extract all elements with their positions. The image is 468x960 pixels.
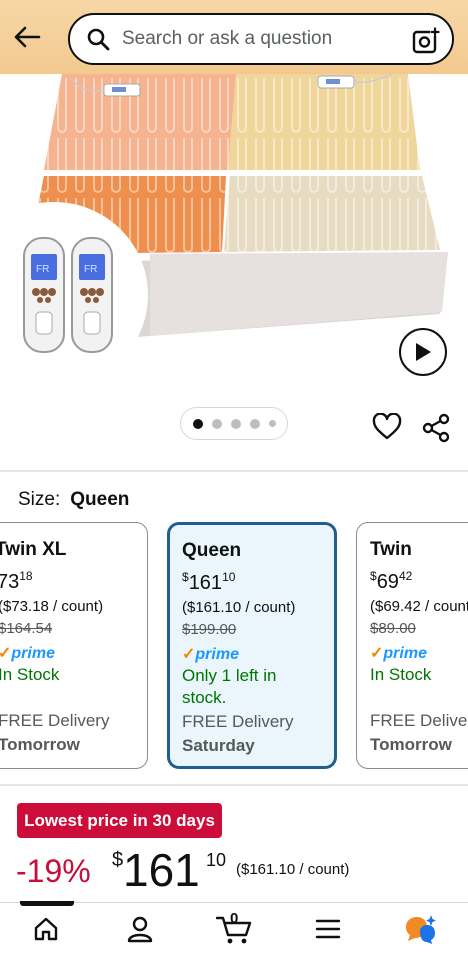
prime-badge: ✓prime	[182, 646, 239, 663]
active-tab-indicator	[20, 901, 74, 906]
size-label: Size:	[18, 489, 61, 510]
variant-unit-price: ($69.42 / count)	[370, 598, 468, 615]
variant-list-price: $164.54	[0, 620, 53, 637]
deal-unit-price: ($161.10 / count)	[236, 861, 350, 878]
svg-text:FR: FR	[36, 264, 49, 275]
section-divider	[0, 784, 468, 786]
nav-home[interactable]	[28, 912, 64, 946]
person-icon	[127, 916, 153, 943]
pagination-dot[interactable]	[249, 418, 260, 429]
nav-rufus-assistant[interactable]	[402, 912, 438, 946]
nav-cart[interactable]: 0	[214, 910, 254, 946]
nav-account[interactable]	[122, 912, 158, 946]
product-image[interactable]: FR FR	[0, 74, 468, 394]
variant-price: $6942	[370, 569, 413, 593]
section-divider	[0, 470, 468, 472]
hamburger-menu-icon	[315, 919, 341, 939]
svg-text:FR: FR	[84, 264, 97, 275]
variant-delivery-day: Saturday	[182, 736, 255, 755]
variant-unit-price: ($73.18 / count)	[0, 598, 104, 615]
variant-delivery: FREE Delivery	[0, 711, 110, 730]
variant-unit-price: ($161.10 / count)	[182, 599, 296, 616]
variant-price: $16110	[182, 570, 236, 594]
size-option-twin[interactable]: Twin $6942 ($69.42 / count) $89.00 ✓prim…	[356, 522, 468, 769]
search-bar[interactable]	[68, 13, 454, 65]
variant-name: Queen	[182, 540, 242, 561]
variant-name: Twin XL	[0, 539, 67, 560]
remote-controllers-inset: FR FR	[0, 202, 148, 388]
heart-icon[interactable]	[372, 413, 402, 441]
share-icon[interactable]	[422, 413, 450, 443]
search-icon	[87, 28, 110, 51]
variant-delivery-day: Tomorrow	[0, 735, 80, 754]
currency-symbol: $	[112, 849, 124, 871]
pagination-dot[interactable]	[268, 420, 276, 427]
price-whole: 161	[123, 844, 200, 896]
play-video-button[interactable]	[399, 328, 447, 376]
camera-search-icon[interactable]	[412, 27, 440, 55]
price-fraction: 10	[206, 850, 227, 870]
discount-percent: -19%	[16, 853, 91, 889]
play-icon	[416, 343, 431, 361]
image-pagination[interactable]	[180, 407, 288, 440]
variant-price: 7318	[0, 569, 33, 593]
variant-list-price: $89.00	[370, 620, 416, 637]
ai-assistant-icon	[406, 915, 436, 944]
pagination-dot[interactable]	[211, 418, 222, 429]
prime-badge: ✓prime	[370, 645, 427, 662]
header	[0, 0, 468, 74]
home-icon	[34, 917, 58, 941]
back-arrow-icon[interactable]	[10, 20, 44, 54]
variant-delivery: FREE Delivery	[182, 712, 294, 731]
pagination-dot[interactable]	[192, 418, 203, 429]
prime-badge: ✓prime	[0, 645, 55, 662]
cart-count-badge: 0	[230, 910, 239, 927]
variant-name: Twin	[370, 539, 412, 560]
search-input[interactable]	[122, 28, 382, 50]
nav-menu[interactable]	[310, 912, 346, 946]
variant-stock: In Stock	[0, 665, 60, 684]
variant-stock-line2: stock.	[182, 688, 227, 707]
lowest-price-badge: Lowest price in 30 days	[17, 803, 222, 838]
size-value: Queen	[70, 489, 130, 510]
size-selector-heading: Size: Queen	[18, 489, 129, 511]
variant-stock-line1: Only 1 left in	[182, 666, 277, 685]
pagination-dot[interactable]	[230, 418, 241, 429]
size-option-twin-xl[interactable]: Twin XL 7318 ($73.18 / count) $164.54 ✓p…	[0, 522, 148, 769]
variant-list-price: $199.00	[182, 621, 237, 638]
size-option-queen[interactable]: Queen $16110 ($161.10 / count) $199.00 ✓…	[167, 522, 337, 769]
variant-delivery-day: Tomorrow	[370, 735, 452, 754]
variant-stock: In Stock	[370, 665, 432, 684]
variant-delivery: FREE Delivery	[370, 711, 468, 730]
